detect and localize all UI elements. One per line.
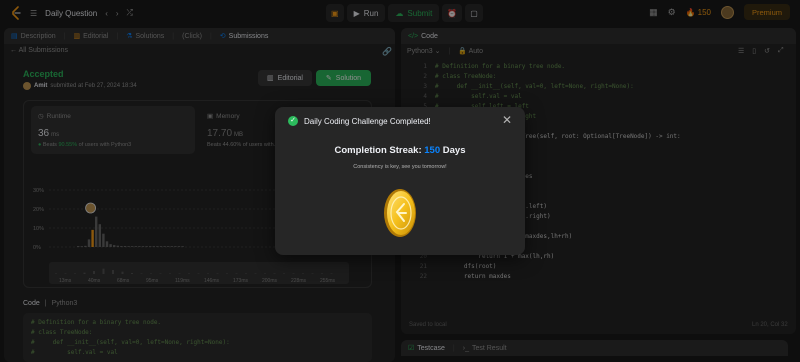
challenge-completed-modal: ✓ Daily Coding Challenge Completed! ✕ Co…	[275, 107, 525, 255]
coin-icon	[384, 189, 416, 237]
completion-streak: Completion Streak: 150 Days	[334, 145, 466, 156]
check-circle-icon: ✓	[288, 116, 298, 126]
modal-title: Daily Coding Challenge Completed!	[304, 116, 431, 126]
modal-subtitle: Consistency is key, see you tomorrow!	[353, 164, 447, 170]
close-icon[interactable]: ✕	[502, 113, 512, 127]
